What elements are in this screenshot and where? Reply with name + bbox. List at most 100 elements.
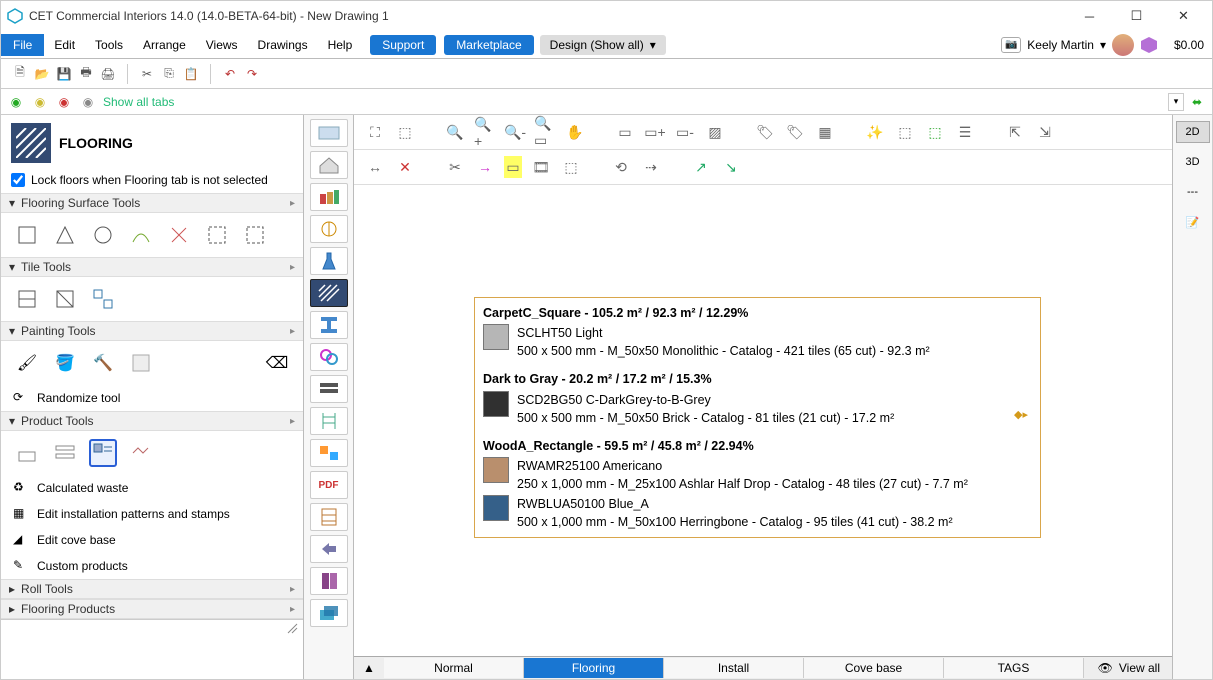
rotate-icon[interactable]: ⟲ [610,156,632,178]
layer-yellow-icon[interactable]: ◉ [31,93,49,111]
zoom-window-icon[interactable]: ⬚ [394,121,416,143]
vp-swatches-icon[interactable] [310,183,348,211]
menu-views[interactable]: Views [196,34,248,56]
save-icon[interactable]: 💾 [55,65,73,83]
section-product-tools[interactable]: ▾ Product Tools ▸ [1,411,303,431]
menu-marketplace[interactable]: Marketplace [444,35,533,55]
rect-surface-tool[interactable] [13,221,41,249]
vp-scaffold-icon[interactable] [310,407,348,435]
product-tag-tool[interactable] [13,439,41,467]
undo-icon[interactable]: ↶ [221,65,239,83]
menu-edit[interactable]: Edit [44,34,85,56]
vp-layers-icon[interactable] [310,599,348,627]
hammer-tool[interactable]: 🔨 [89,349,117,377]
dashed-rect2-tool[interactable] [241,221,269,249]
randomize-tool-link[interactable]: ⟳ Randomize tool [1,385,303,411]
view-all-button[interactable]: 👁 View all [1086,661,1172,675]
menu-drawings[interactable]: Drawings [248,34,318,56]
circle-surface-tool[interactable] [89,221,117,249]
zoom-region-icon[interactable]: 🔍▭ [534,121,556,143]
close-button[interactable]: ✕ [1161,3,1206,29]
vp-shapes-icon[interactable] [310,439,348,467]
brush-tool[interactable]: 🖌 [13,349,41,377]
lock-floors-checkbox[interactable] [11,173,25,187]
vp-arrows-icon[interactable] [310,535,348,563]
delete-icon[interactable]: ✕ [394,156,416,178]
menu-arrange[interactable]: Arrange [133,34,196,56]
grid-toggle-icon[interactable]: ▦ [814,121,836,143]
vp-stack-icon[interactable] [310,375,348,403]
arrow-right-icon[interactable]: → [474,156,496,178]
custom-products-link[interactable]: ✎ Custom products [1,553,303,579]
split-surface-tool[interactable] [165,221,193,249]
vp-flooring-icon[interactable] [310,279,348,307]
layer-gray-icon[interactable]: ◉ [79,93,97,111]
user-chevron-icon[interactable]: ▾ [1100,38,1106,52]
redo-icon[interactable]: ↷ [243,65,261,83]
show-all-tabs[interactable]: Show all tabs [103,95,174,109]
tile-cut-tool[interactable] [51,285,79,313]
open-file-icon[interactable]: 📂 [33,65,51,83]
print-preview-icon[interactable]: 🖨 [99,65,117,83]
drawing-canvas[interactable]: CarpetC_Square - 105.2 m² / 92.3 m² / 12… [354,185,1172,679]
product-list-tool[interactable] [51,439,79,467]
minimize-button[interactable]: ─ [1067,3,1112,29]
pin-icon[interactable]: ◆▸ [1014,408,1028,424]
calculated-waste-link[interactable]: ♻ Calculated waste [1,475,303,501]
measure-icon[interactable]: ⇢ [640,156,662,178]
section-painting-tools[interactable]: ▾ Painting Tools ▸ [1,321,303,341]
edit-covebase-link[interactable]: ◢ Edit cove base [1,527,303,553]
cut-icon[interactable]: ✂ [138,65,156,83]
vp-rack-icon[interactable] [310,503,348,531]
tile-pattern-tool[interactable] [89,285,117,313]
filmstrip-icon[interactable]: 🎞 [530,156,552,178]
product-legend[interactable]: CarpetC_Square - 105.2 m² / 92.3 m² / 12… [474,297,1041,538]
design-dropdown[interactable]: Design (Show all) ▾ [540,35,666,55]
bucket-tool[interactable]: 🪣 [51,349,79,377]
section-roll-tools[interactable]: ▸ Roll Tools ▸ [1,579,303,599]
marquee-green-icon[interactable]: ⬚ [924,121,946,143]
paste-icon[interactable]: 📋 [182,65,200,83]
marquee-dashed-icon[interactable]: ⬚ [894,121,916,143]
select-remove-icon[interactable]: ▭- [674,121,696,143]
vp-pdf-icon[interactable]: PDF [310,471,348,499]
pan-icon[interactable]: ✋ [564,121,586,143]
printer-icon[interactable]: 🖶 [77,65,95,83]
tab-normal[interactable]: Normal [384,658,524,678]
extension-icon[interactable] [1140,36,1158,54]
zoom-fit-icon[interactable]: 🔍 [444,121,466,143]
copy-icon[interactable]: ⎘ [160,65,178,83]
tab-flooring[interactable]: Flooring [524,658,664,678]
tabs-dropdown[interactable]: ▾ [1168,93,1184,111]
vp-ibeam-icon[interactable] [310,311,348,339]
vp-box-icon[interactable] [310,119,348,147]
maximize-button[interactable]: ☐ [1114,3,1159,29]
freeform-surface-tool[interactable] [127,221,155,249]
mode-note-icon[interactable]: 📝 [1176,211,1210,234]
product-legend-tool[interactable] [89,439,117,467]
move-icon[interactable]: ↔ [364,156,386,178]
section-tile-tools[interactable]: ▾ Tile Tools ▸ [1,257,303,277]
dashed-select-icon[interactable]: ⬚ [560,156,582,178]
tile-move-tool[interactable] [13,285,41,313]
select-crossing-icon[interactable]: ▨ [704,121,726,143]
dimension-icon[interactable]: ↗ [690,156,712,178]
menu-support[interactable]: Support [370,35,436,55]
product-chain-tool[interactable] [127,439,155,467]
eraser-tool[interactable]: ⌫ [263,349,291,377]
camera-icon[interactable]: 📷 [1001,37,1021,53]
select-rect-icon[interactable]: ▭ [614,121,636,143]
mode-dashes[interactable]: --- [1176,181,1210,203]
tag-icon[interactable]: 🏷 [754,121,776,143]
new-file-icon[interactable]: 🗎 [11,65,29,83]
vp-flask-icon[interactable] [310,247,348,275]
dimension2-icon[interactable]: ↘ [720,156,742,178]
zoom-in-icon[interactable]: 🔍+ [474,121,496,143]
cut2-icon[interactable]: ✂ [444,156,466,178]
tab-tags[interactable]: TAGS [944,658,1084,678]
poly-surface-tool[interactable] [51,221,79,249]
vp-house-icon[interactable] [310,151,348,179]
export-icon[interactable]: ⇱ [1004,121,1026,143]
tab-install[interactable]: Install [664,658,804,678]
import-icon[interactable]: ⇲ [1034,121,1056,143]
